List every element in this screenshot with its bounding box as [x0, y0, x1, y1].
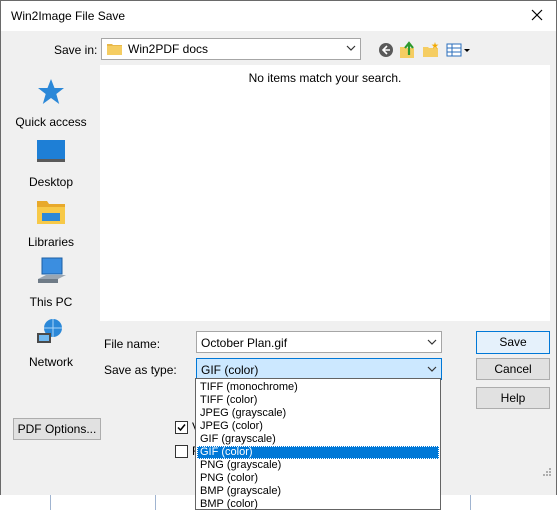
views-menu-icon[interactable] [446, 41, 472, 59]
option-gif-grayscale[interactable]: GIF (grayscale) [197, 433, 439, 446]
option-png-color[interactable]: PNG (color) [197, 472, 439, 485]
place-desktop[interactable]: Desktop [9, 137, 93, 189]
place-network[interactable]: Network [9, 317, 93, 369]
help-button[interactable]: Help [476, 387, 550, 409]
place-label: Network [28, 355, 73, 369]
up-folder-icon[interactable] [399, 41, 417, 59]
save-as-type-select[interactable]: GIF (color) [196, 358, 442, 380]
empty-list-message: No items match your search. [248, 71, 402, 85]
chevron-down-icon[interactable] [427, 336, 437, 348]
file-list[interactable]: No items match your search. [100, 65, 550, 321]
place-this-pc[interactable]: This PC [9, 257, 93, 309]
save-in-label: Save in: [54, 43, 98, 57]
save-as-type-value: GIF (color) [201, 363, 259, 377]
option-tiff-color[interactable]: TIFF (color) [197, 394, 439, 407]
place-label: Quick access [15, 115, 87, 129]
save-button[interactable]: Save [476, 331, 550, 354]
file-name-label: File name: [104, 337, 161, 351]
new-folder-icon[interactable] [422, 41, 440, 59]
title-bar[interactable]: Win2Image File Save [1, 1, 556, 31]
file-name-input[interactable]: October Plan.gif [196, 331, 442, 353]
window-title: Win2Image File Save [11, 9, 126, 23]
option-bmp-grayscale[interactable]: BMP (grayscale) [197, 485, 439, 498]
place-quick-access[interactable]: Quick access [9, 77, 93, 129]
this-pc-icon [38, 257, 66, 283]
checkmark-icon [177, 424, 186, 432]
option-checkbox-1[interactable] [175, 421, 188, 434]
option-tiff-monochrome[interactable]: TIFF (monochrome) [197, 381, 439, 394]
chevron-down-icon [427, 366, 437, 372]
cancel-button[interactable]: Cancel [476, 358, 550, 380]
option-png-grayscale[interactable]: PNG (grayscale) [197, 459, 439, 472]
libraries-icon [37, 201, 65, 224]
save-in-value: Win2PDF docs [128, 42, 209, 56]
place-label: Libraries [27, 235, 75, 249]
quick-access-star-icon [38, 79, 64, 104]
back-icon[interactable] [377, 41, 395, 59]
save-as-type-options-list[interactable]: TIFF (monochrome) TIFF (color) JPEG (gra… [195, 378, 441, 510]
resize-grip-icon[interactable] [542, 467, 552, 477]
save-in-dropdown[interactable]: Win2PDF docs [101, 38, 361, 60]
option-gif-color[interactable]: GIF (color) [197, 446, 439, 459]
close-icon[interactable] [528, 6, 546, 24]
file-name-value: October Plan.gif [201, 336, 288, 350]
place-libraries[interactable]: Libraries [9, 197, 93, 249]
save-as-type-label: Save as type: [104, 363, 177, 377]
network-icon [37, 319, 62, 343]
option-bmp-color[interactable]: BMP (color) [197, 498, 439, 509]
option-jpeg-color[interactable]: JPEG (color) [197, 420, 439, 433]
folder-icon [107, 44, 122, 55]
place-label: Desktop [28, 175, 74, 189]
option-jpeg-grayscale[interactable]: JPEG (grayscale) [197, 407, 439, 420]
background-cell [50, 495, 151, 510]
option-checkbox-2[interactable] [175, 445, 188, 458]
desktop-icon [37, 140, 65, 162]
chevron-down-icon [346, 45, 356, 51]
background-cell [470, 495, 551, 510]
place-label: This PC [29, 295, 73, 309]
pdf-options-button[interactable]: PDF Options... [13, 418, 101, 440]
